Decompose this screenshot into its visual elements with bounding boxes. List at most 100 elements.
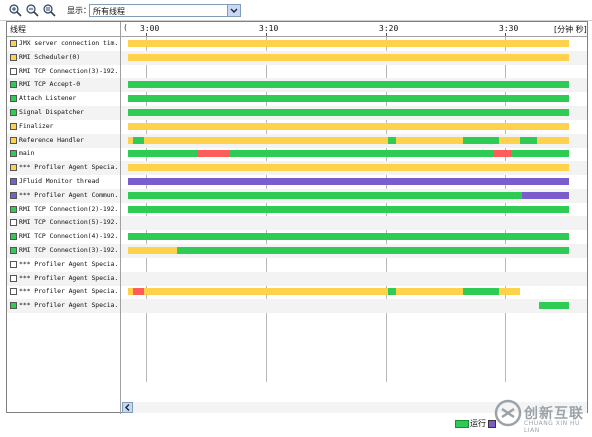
toolbar: 显示： 所有线程 — [0, 0, 592, 21]
thread-row[interactable]: RMI TCP Connection(3)-192... — [7, 244, 587, 258]
state-segment-sleeping — [144, 288, 388, 296]
thread-filter-value: 所有线程 — [93, 7, 125, 16]
zoom-fit-icon[interactable] — [42, 3, 56, 17]
tick-mark — [266, 33, 267, 36]
thread-state-swatch — [10, 288, 17, 296]
thread-name: JMX server connection tim... — [19, 39, 119, 47]
state-segment-running — [128, 81, 569, 89]
thread-name: RMI TCP Connection(2)-192... — [19, 204, 119, 213]
tick-mark — [505, 33, 506, 36]
thread-filter-select[interactable]: 所有线程 — [89, 4, 241, 17]
thread-name: *** Profiler Agent Specia... — [19, 301, 119, 310]
state-segment-running — [128, 233, 569, 241]
state-segment-sleeping — [128, 40, 569, 47]
thread-name: RMI TCP Connection(4)-192... — [19, 232, 119, 241]
thread-row[interactable]: *** Profiler Agent Specia... — [7, 161, 587, 176]
state-segment-sleeping — [128, 247, 178, 254]
state-segment-sleeping — [498, 288, 520, 296]
thread-row[interactable]: *** Profiler Agent Specia... — [7, 285, 587, 299]
brand-logo-icon — [494, 399, 522, 427]
thread-state-swatch — [10, 233, 17, 241]
thread-name: Reference Handler — [19, 135, 84, 144]
legend-running-label: 运行 — [470, 419, 486, 428]
state-segment-sleeping — [128, 122, 569, 130]
thread-name: Finalizer — [19, 121, 54, 130]
tick-mark — [146, 33, 147, 36]
state-segment-running — [133, 136, 144, 144]
thread-state-swatch — [10, 81, 17, 89]
watermark-subtext: CHUANG XIN HU LIAN — [524, 420, 580, 434]
state-segment-monitor — [492, 150, 512, 158]
thread-state-swatch — [10, 40, 17, 47]
zoom-in-icon[interactable] — [8, 3, 22, 17]
thread-row[interactable]: main — [7, 147, 587, 161]
thread-row[interactable]: RMI TCP Connection(3)-192... — [7, 65, 587, 79]
thread-state-swatch — [10, 219, 17, 227]
thread-row[interactable]: Attach Listener — [7, 92, 587, 106]
thread-name: RMI Scheduler(0) — [19, 52, 81, 61]
thread-name: RMI TCP Connection(3)-192... — [19, 66, 119, 75]
state-segment-running — [539, 302, 569, 310]
state-segment-running — [128, 109, 569, 116]
thread-state-swatch — [10, 122, 17, 130]
thread-row[interactable]: *** Profiler Agent Specia... — [7, 299, 587, 314]
scroll-left-chevron-icon[interactable]: ( — [124, 23, 127, 32]
state-segment-sleeping — [498, 136, 520, 144]
column-splitter[interactable] — [120, 22, 121, 414]
state-segment-running — [387, 136, 397, 144]
thread-row[interactable]: *** Profiler Agent Specia... — [7, 258, 587, 272]
thread-name: *** Profiler Agent Specia... — [19, 287, 119, 296]
thread-state-swatch — [10, 150, 17, 158]
legend-running-swatch — [455, 420, 469, 428]
thread-row[interactable]: RMI TCP Connection(5)-192... — [7, 216, 587, 231]
state-segment-running — [128, 95, 569, 103]
thread-state-swatch — [10, 191, 17, 199]
thread-column-header[interactable]: 线程 — [10, 24, 26, 35]
thread-name: *** Profiler Agent Specia... — [19, 273, 119, 282]
tick-label: 3:10 — [259, 24, 279, 33]
state-segment-monitor — [197, 150, 230, 158]
thread-name: RMI TCP Connection(5)-192... — [19, 218, 119, 227]
scroll-left-button[interactable] — [122, 402, 133, 413]
thread-name: JFluid Monitor thread — [19, 177, 100, 185]
state-segment-running — [177, 247, 569, 254]
state-segment-sleeping — [128, 164, 569, 172]
thread-state-swatch — [10, 302, 17, 310]
thread-name: RMI TCP Connection(3)-192... — [19, 246, 119, 254]
thread-row[interactable]: RMI TCP Accept-0 — [7, 78, 587, 93]
thread-state-swatch — [10, 95, 17, 103]
thread-name: *** Profiler Agent Specia... — [19, 163, 119, 172]
thread-name: *** Profiler Agent Specia... — [19, 259, 119, 268]
state-segment-sleeping — [144, 136, 388, 144]
thread-row[interactable]: RMI TCP Connection(4)-192... — [7, 230, 587, 244]
thread-row[interactable]: *** Profiler Agent Commun... — [7, 188, 587, 203]
state-segment-wait — [128, 178, 569, 185]
tick-mark — [386, 33, 387, 36]
state-segment-running — [463, 136, 499, 144]
state-segment-sleeping — [128, 53, 569, 61]
thread-row[interactable]: *** Profiler Agent Specia... — [7, 271, 587, 286]
thread-state-swatch — [10, 136, 17, 144]
tick-label: 3:30 — [499, 24, 519, 33]
state-segment-monitor — [133, 288, 144, 296]
thread-state-swatch — [10, 67, 17, 75]
zoom-out-icon[interactable] — [25, 3, 39, 17]
thread-state-swatch — [10, 274, 17, 282]
thread-row[interactable]: JMX server connection tim... — [7, 37, 587, 51]
watermark: 创新互联 CHUANG XIN HU LIAN — [494, 397, 590, 434]
thread-row[interactable]: Finalizer — [7, 120, 587, 134]
chevron-down-icon[interactable] — [227, 5, 240, 16]
thread-state-swatch — [10, 260, 17, 268]
thread-state-swatch — [10, 164, 17, 172]
thread-row[interactable]: RMI TCP Connection(2)-192... — [7, 203, 587, 217]
thread-name: main — [19, 149, 35, 158]
thread-row[interactable]: RMI Scheduler(0) — [7, 50, 587, 65]
state-segment-running — [519, 136, 537, 144]
thread-state-swatch — [10, 109, 17, 116]
state-segment-sleeping — [536, 136, 569, 144]
thread-row[interactable]: Signal Dispatcher — [7, 106, 587, 120]
thread-row[interactable]: Reference Handler — [7, 133, 587, 148]
thread-state-swatch — [10, 205, 17, 213]
thread-row[interactable]: JFluid Monitor thread — [7, 175, 587, 189]
thread-name: *** Profiler Agent Commun... — [19, 190, 119, 199]
